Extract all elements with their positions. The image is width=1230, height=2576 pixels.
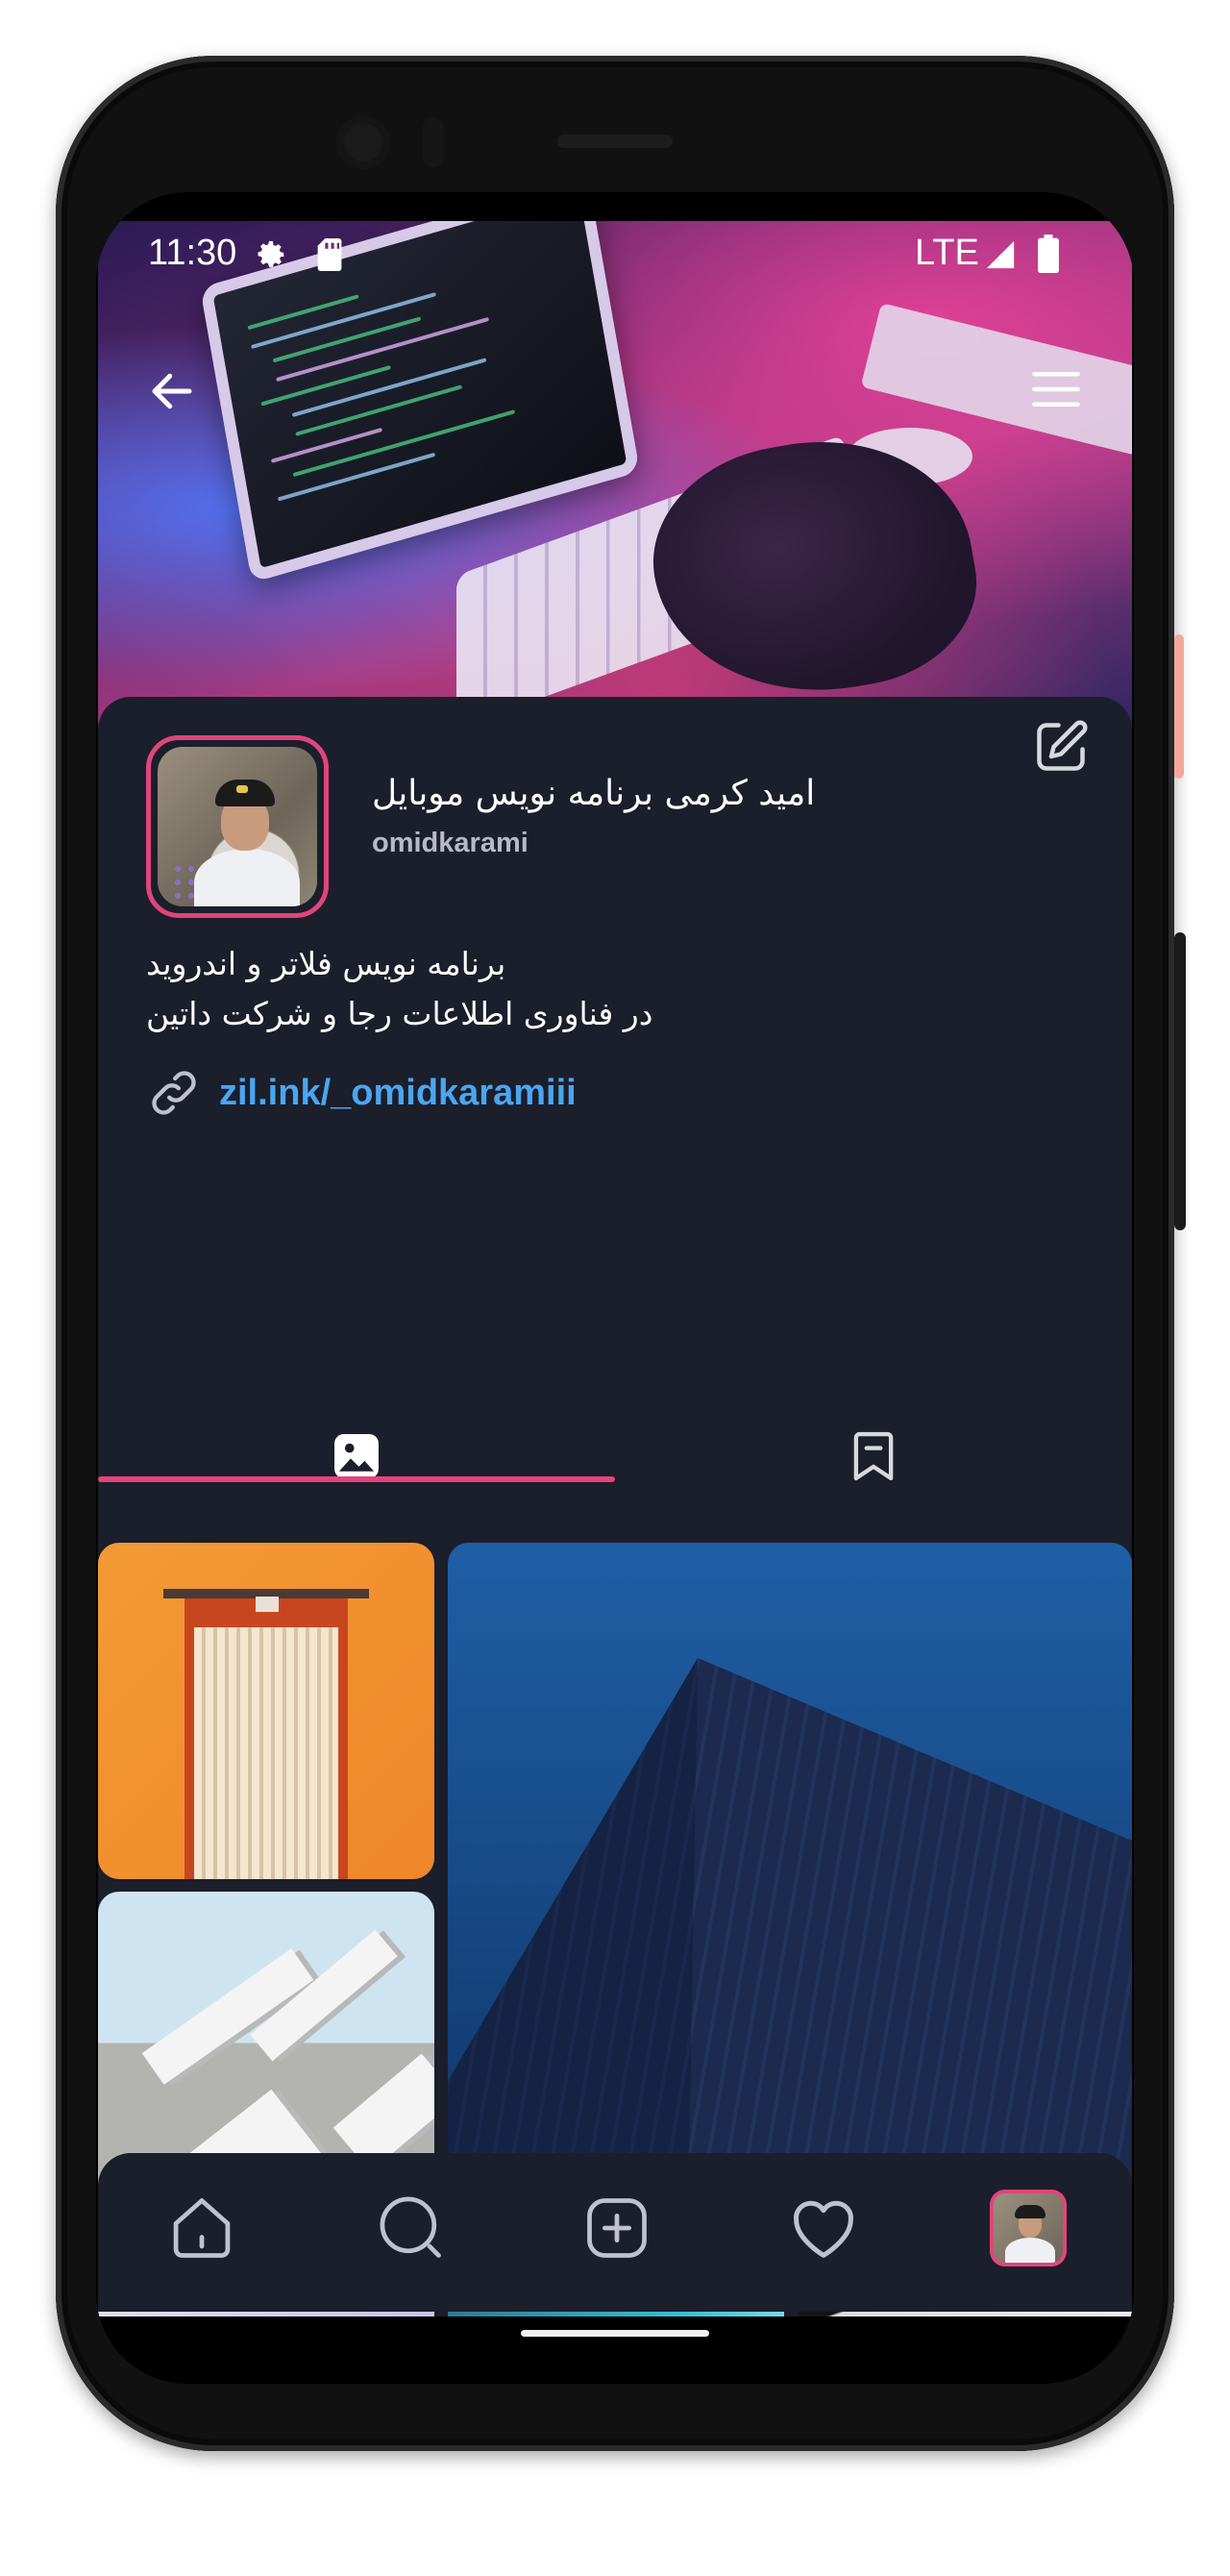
phone-screen: 11:30 LTE امید کرمی برنامه نویس موبایل o…	[96, 192, 1134, 2384]
front-camera	[336, 115, 390, 169]
bio-line-2: در فناوری اطلاعات رجا و شرکت داتین	[146, 995, 653, 1032]
nav-profile[interactable]	[990, 2190, 1067, 2266]
profile-screen: 11:30 LTE امید کرمی برنامه نویس موبایل o…	[98, 221, 1132, 2316]
status-time: 11:30	[148, 233, 237, 273]
back-arrow-icon[interactable]	[146, 365, 198, 417]
home-indicator[interactable]	[521, 2330, 709, 2337]
nav-home[interactable]	[163, 2190, 240, 2266]
cover-image	[98, 221, 1132, 745]
camera-sensor	[423, 117, 444, 167]
gear-icon	[258, 240, 284, 267]
sd-card-icon	[317, 238, 342, 271]
status-bar: 11:30 LTE	[98, 221, 1132, 288]
edit-pencil-icon[interactable]	[1032, 718, 1090, 776]
bottom-navigation	[98, 2153, 1132, 2312]
earpiece	[557, 135, 673, 148]
nav-search[interactable]	[373, 2190, 450, 2266]
signal-icon	[986, 240, 1015, 269]
profile-display-name: امید کرمی برنامه نویس موبایل	[372, 774, 816, 813]
grid-post[interactable]	[448, 1543, 1132, 2227]
active-tab-indicator	[98, 1476, 615, 1482]
battery-icon	[1038, 235, 1059, 273]
network-type: LTE	[915, 233, 979, 273]
tab-posts[interactable]	[98, 1408, 615, 1504]
nav-add[interactable]	[578, 2190, 655, 2266]
power-button	[1174, 932, 1186, 1230]
search-icon	[380, 2196, 441, 2258]
profile-avatar[interactable]	[146, 735, 329, 918]
home-icon	[173, 2198, 231, 2258]
avatar	[990, 2190, 1067, 2266]
volume-button	[1174, 634, 1184, 779]
tab-saved[interactable]	[615, 1408, 1132, 1504]
profile-link-text[interactable]: zil.ink/_omidkaramiii	[219, 1073, 577, 1114]
link-icon	[152, 1071, 196, 1115]
add-square-icon	[587, 2198, 647, 2258]
hamburger-menu-icon[interactable]	[1030, 367, 1082, 411]
grid-post[interactable]	[98, 1543, 434, 1879]
bio-line-1: برنامه نویس فلاتر و اندروید	[146, 945, 506, 982]
profile-link[interactable]: zil.ink/_omidkaramiii	[146, 1062, 577, 1124]
profile-username: omidkarami	[372, 828, 529, 858]
profile-bio: برنامه نویس فلاتر و اندروید در فناوری اط…	[146, 939, 915, 1039]
nav-likes[interactable]	[785, 2190, 862, 2266]
heart-icon	[794, 2200, 853, 2258]
bookmark-icon	[853, 1431, 894, 1481]
profile-tabs	[98, 1408, 1132, 1504]
avatar	[158, 747, 317, 906]
